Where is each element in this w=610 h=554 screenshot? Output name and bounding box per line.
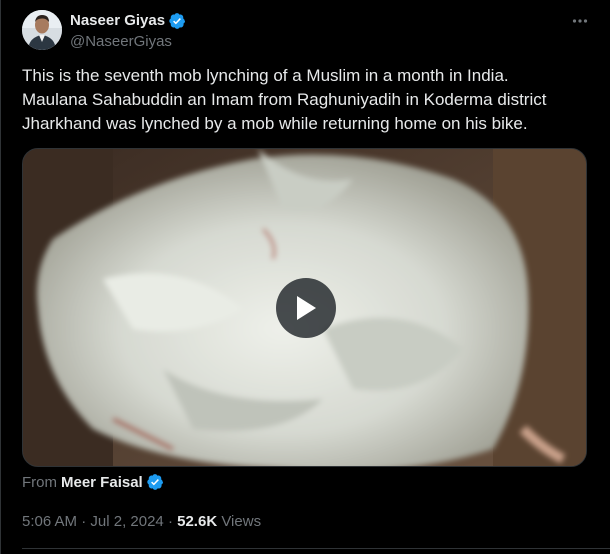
tweet-time[interactable]: 5:06 AM — [22, 513, 77, 530]
tweet-text-line: Maulana Sahabuddin an Imam from Raghuniy… — [22, 90, 547, 109]
meta-separator: · — [77, 512, 91, 530]
source-account-link[interactable]: Meer Faisal — [61, 474, 143, 491]
avatar[interactable] — [22, 10, 62, 50]
play-icon — [297, 296, 316, 320]
tweet-date[interactable]: Jul 2, 2024 — [90, 513, 163, 530]
author-display-name[interactable]: Naseer Giyas — [70, 11, 165, 31]
verified-badge-icon[interactable] — [168, 12, 186, 30]
video-attribution: From Meer Faisal — [22, 472, 164, 492]
tweet[interactable]: Naseer Giyas @NaseerGiyas This is the se… — [0, 0, 610, 554]
tweet-text-line: This is the seventh mob lynching of a Mu… — [22, 66, 509, 85]
tweet-text: This is the seventh mob lynching of a Mu… — [22, 64, 590, 136]
tweet-header: Naseer Giyas @NaseerGiyas — [70, 10, 590, 52]
avatar-image — [22, 10, 62, 50]
meta-separator: · — [163, 512, 178, 530]
left-divider — [0, 0, 1, 554]
video-player[interactable] — [22, 148, 587, 467]
more-horizontal-icon[interactable] — [570, 12, 590, 30]
views-label: Views — [221, 512, 262, 530]
tweet-text-line: Jharkhand was lynched by a mob while ret… — [22, 114, 528, 133]
tweet-metadata: 5:06 AM · Jul 2, 2024 · 52.6K Views — [22, 511, 261, 531]
bottom-divider — [22, 548, 610, 549]
name-row: Naseer Giyas — [70, 11, 186, 31]
from-label: From — [22, 473, 57, 491]
author-handle[interactable]: @NaseerGiyas — [70, 32, 172, 52]
play-button[interactable] — [276, 278, 336, 338]
views-count[interactable]: 52.6K — [177, 513, 217, 530]
verified-badge-icon[interactable] — [146, 473, 164, 491]
